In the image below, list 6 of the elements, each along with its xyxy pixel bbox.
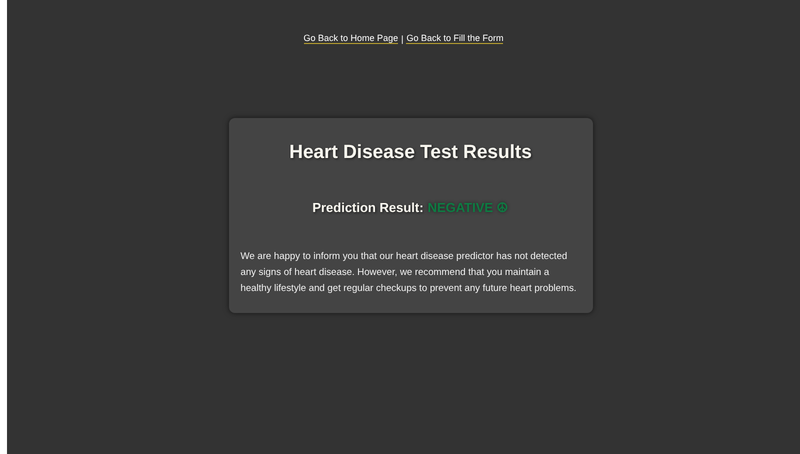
nav-link[interactable]: Go Back to Fill the Form — [406, 33, 504, 44]
result-label: Prediction Result: — [312, 200, 424, 215]
result-message: We are happy to inform you that our heart disease predictor has not detected any signs of heart disease. However, we recommend that you maintain a healthy lifestyle and get regular checkups to prevent any future heart problems. — [240, 250, 578, 296]
link-separator: | — [401, 34, 404, 44]
results-title: Heart Disease Test Results — [289, 142, 532, 164]
nav-link[interactable]: Go Back to Home Page — [304, 33, 398, 44]
